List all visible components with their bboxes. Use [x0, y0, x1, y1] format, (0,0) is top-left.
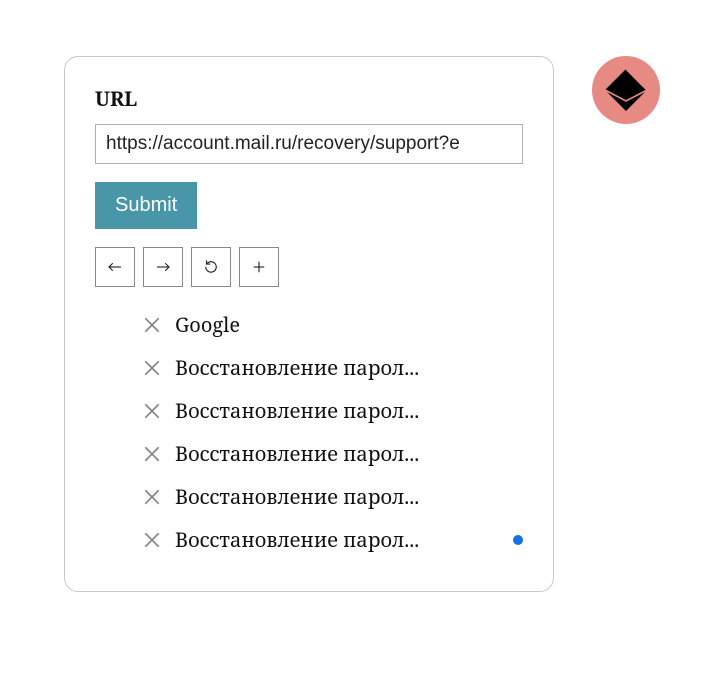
forward-button[interactable]: [143, 247, 183, 287]
app-logo-badge: [592, 56, 660, 124]
browser-card: URL Submit Google Восстановление парол..…: [64, 56, 554, 592]
close-icon[interactable]: [143, 531, 161, 549]
active-tab-indicator: [513, 535, 523, 545]
close-icon[interactable]: [143, 359, 161, 377]
plus-icon: [250, 258, 268, 276]
tab-item[interactable]: Восстановление парол...: [95, 389, 523, 432]
tab-item[interactable]: Восстановление парол...: [95, 518, 523, 561]
tab-title: Google: [175, 311, 240, 338]
add-tab-button[interactable]: [239, 247, 279, 287]
close-icon[interactable]: [143, 402, 161, 420]
tab-list: Google Восстановление парол... Восстанов…: [95, 303, 523, 561]
tab-title: Восстановление парол...: [175, 397, 419, 424]
tab-item[interactable]: Google: [95, 303, 523, 346]
tab-item[interactable]: Восстановление парол...: [95, 475, 523, 518]
close-icon[interactable]: [143, 445, 161, 463]
url-input[interactable]: [95, 124, 523, 164]
submit-button[interactable]: Submit: [95, 182, 197, 229]
close-icon[interactable]: [143, 488, 161, 506]
arrow-left-icon: [106, 258, 124, 276]
tab-title: Восстановление парол...: [175, 483, 419, 510]
tab-title: Восстановление парол...: [175, 440, 419, 467]
tab-title: Восстановление парол...: [175, 354, 419, 381]
envelope-diamond-icon: [603, 67, 649, 113]
tab-item[interactable]: Восстановление парол...: [95, 432, 523, 475]
back-button[interactable]: [95, 247, 135, 287]
tab-title: Восстановление парол...: [175, 526, 419, 553]
arrow-right-icon: [154, 258, 172, 276]
tab-item[interactable]: Восстановление парол...: [95, 346, 523, 389]
refresh-icon: [202, 258, 220, 276]
close-icon[interactable]: [143, 316, 161, 334]
url-label: URL: [95, 85, 523, 112]
refresh-button[interactable]: [191, 247, 231, 287]
nav-button-row: [95, 247, 523, 287]
